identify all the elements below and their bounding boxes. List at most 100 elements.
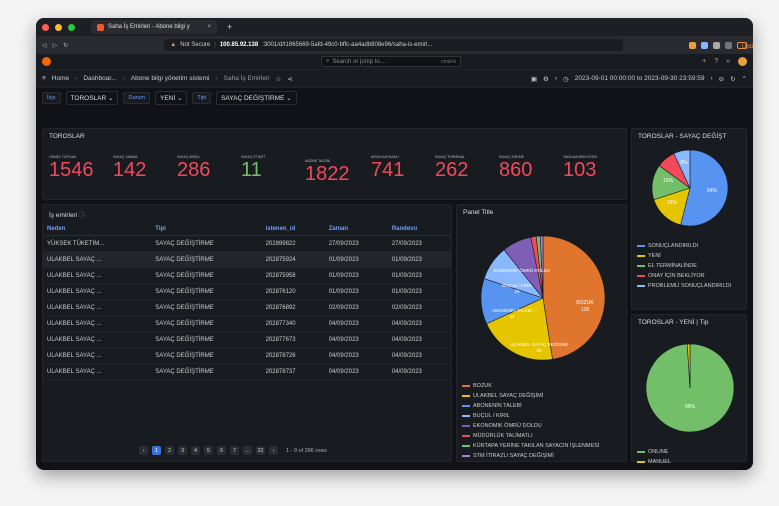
browser-window: Saha İş Emirleri - Abone bilgi y × + ◁ ▷… (36, 18, 753, 470)
variable-label-tipi: Tipi (192, 92, 212, 104)
time-back-icon[interactable]: ‹ (555, 75, 557, 82)
legend-item[interactable]: ONAY İÇİN BEKLİYOR (637, 271, 741, 281)
legend-item[interactable]: BUÇUL / KIRIL (462, 411, 621, 421)
star-icon[interactable]: ☆ (276, 75, 282, 83)
table-cell: 202899822 (261, 235, 325, 252)
zoom-out-icon[interactable]: ⊖ (719, 75, 724, 83)
page-button[interactable]: 3 (178, 446, 187, 455)
rows-info: 1 - 9 of 286 rows (286, 447, 327, 454)
legend-item[interactable]: PROBLEMLİ SONUÇLANDIRILDI (637, 281, 741, 291)
maximize-window-icon[interactable] (68, 23, 75, 31)
time-forward-icon[interactable]: › (710, 75, 712, 82)
save-icon[interactable]: ▣ (531, 75, 537, 83)
status-pie-panel[interactable]: TOROSLAR - SAYAÇ DEĞİŞT 54% 15% 16% 8% SONU… (631, 128, 747, 310)
table-cell: ULAKBEL SAYAÇ ... (43, 363, 152, 380)
search-placeholder: Search or jump to... (332, 58, 385, 65)
share-icon[interactable]: ⋖ (287, 75, 292, 83)
type-pie-panel[interactable]: TOROSLAR - YENİ | Tip 99% ONLINE MANUEL (631, 314, 747, 465)
news-icon[interactable]: » (726, 58, 730, 65)
table-row[interactable]: ULAKBEL SAYAÇ ... SAYAÇ DEĞİŞTİRME 2028768… (43, 299, 451, 316)
back-icon[interactable]: ◁ (42, 42, 47, 49)
legend-item[interactable]: YENİ (637, 251, 741, 261)
variable-select-durum[interactable]: YENİ ⌄ (154, 91, 188, 105)
table-row[interactable]: ULAKBEL SAYAÇ ... SAYAÇ DEĞİŞTİRME 2028759… (43, 251, 451, 268)
table-cell: 04/09/2023 (387, 315, 451, 332)
sidebar-icon[interactable] (725, 41, 732, 49)
table-row[interactable]: YÜKSEK TÜKETİM... SAYAÇ DEĞİŞTİRME 2028998… (43, 235, 451, 252)
page-button[interactable]: 7 (230, 446, 239, 455)
legend-item[interactable]: EL TERMİNALİNDE (637, 261, 741, 271)
legend-item[interactable]: ABONENİN TALEBİ (462, 401, 621, 411)
avatar[interactable] (738, 57, 747, 66)
extension-icon[interactable] (701, 41, 708, 49)
refresh-icon[interactable]: ↻ (730, 75, 735, 83)
add-icon[interactable]: + (702, 58, 706, 65)
pie-slice-label: 16% (667, 200, 678, 206)
breadcrumb-home[interactable]: Home (52, 75, 69, 82)
page-button[interactable]: 6 (217, 446, 226, 455)
table-row[interactable]: ULAKBEL SAYAÇ ... SAYAÇ DEĞİŞTİRME 2028759… (43, 267, 451, 284)
update-button[interactable]: Update (737, 41, 753, 50)
page-button[interactable]: ... (243, 446, 252, 455)
menu-icon[interactable]: ≡ (42, 75, 46, 82)
type-pie-legend: ONLINE MANUEL (632, 447, 746, 467)
time-range-picker[interactable]: 2023-09-01 00:00:00 to 2023-09-30 23:59:… (575, 75, 705, 82)
table-column-header[interactable]: Zaman (324, 223, 388, 236)
legend-item[interactable]: BOZUK (462, 381, 621, 391)
page-button[interactable]: 5 (204, 446, 213, 455)
table-row[interactable]: ULAKBEL SAYAÇ ... SAYAÇ DEĞİŞTİRME 2028787… (43, 347, 451, 364)
grafana-logo-icon[interactable] (42, 57, 51, 66)
close-tab-icon[interactable]: × (207, 24, 211, 30)
breadcrumb-folder[interactable]: Abone bilgi yönetim sistemi (131, 75, 210, 82)
table-column-header[interactable]: Neden (43, 223, 152, 236)
url-field[interactable]: ▲ Not Secure | 100.85.92.138:3001/d/t186… (164, 39, 623, 51)
table-row[interactable]: ULAKBEL SAYAÇ ... SAYAÇ DEĞİŞTİRME 2028761… (43, 283, 451, 300)
table-column-header[interactable]: Tipi (151, 223, 262, 236)
table-cell: 04/09/2023 (324, 347, 388, 364)
new-tab-icon[interactable]: + (227, 22, 232, 32)
table-cell: 04/09/2023 (387, 363, 451, 380)
extension-icon[interactable] (713, 41, 720, 49)
legend-item[interactable]: ULAKBEL SAYAÇ DEĞİŞİMİ (462, 391, 621, 401)
reason-pie-panel[interactable]: Panel Title EKONOMİK ÖMRÜ DOLDU BUÇUL / K… (456, 204, 627, 462)
prev-page-icon[interactable]: ‹ (139, 446, 148, 455)
table-row[interactable]: ULAKBEL SAYAÇ ... SAYAÇ DEĞİŞTİRME 2028776… (43, 331, 451, 348)
settings-icon[interactable]: ⚙ (543, 75, 549, 83)
pie-slice[interactable] (542, 235, 606, 360)
legend-item[interactable]: SONUÇLANDIRILDI (637, 241, 741, 251)
extension-icon[interactable] (689, 41, 696, 49)
legend-item[interactable]: KÜRTAPA YERİNE TAKILAN SAYACIN İŞLENMESİ (462, 441, 621, 451)
variable-select-tipi[interactable]: SAYAÇ DEĞİŞTİRME ⌄ (216, 91, 297, 105)
page-button[interactable]: 32 (256, 446, 265, 455)
forward-icon[interactable]: ▷ (53, 42, 58, 49)
legend-item[interactable]: STM İTİRAZLI SAYAÇ DEĞİŞİMİ (462, 451, 621, 461)
browser-tab[interactable]: Saha İş Emirleri - Abone bilgi y × (91, 20, 217, 34)
work-orders-panel[interactable]: İş emirleri ⓘ Neden Tipi istenen_id Zaman Ra… (42, 204, 452, 462)
search-input[interactable]: ⌕ Search or jump to... cmd+k (321, 56, 461, 67)
page-button[interactable]: 2 (165, 446, 174, 455)
legend-item[interactable]: ONLINE (637, 447, 741, 457)
variable-select-ilce[interactable]: TOROSLAR ⌄ (65, 91, 119, 105)
page-button[interactable]: 4 (191, 446, 200, 455)
stat-item: SAYAÇ ARIZA 286 (177, 155, 210, 182)
page-button[interactable]: 1 (152, 446, 161, 455)
legend-item[interactable]: MÜDÜRLÜK TALİMATLI (462, 431, 621, 441)
reload-icon[interactable]: ↻ (63, 42, 68, 49)
close-window-icon[interactable] (42, 23, 49, 31)
table-cell: 01/09/2023 (324, 283, 388, 300)
table-cell: 04/09/2023 (324, 331, 388, 348)
table-column-header[interactable]: istenen_id (261, 223, 325, 236)
pie-slice-label: 15% (663, 178, 674, 184)
help-icon[interactable]: ? (714, 58, 718, 65)
minimize-window-icon[interactable] (55, 23, 62, 31)
table-cell: SAYAÇ DEĞİŞTİRME (151, 363, 262, 380)
table-column-header[interactable]: Randevu (387, 223, 451, 236)
next-page-icon[interactable]: › (269, 446, 278, 455)
collapse-icon[interactable]: ⌃ (742, 75, 747, 83)
breadcrumb-dashboards[interactable]: Dashboar... (83, 75, 116, 82)
legend-item[interactable]: MANUEL (637, 457, 741, 467)
legend-item[interactable]: EKONOMİK ÖMRÜ DOLDU (462, 421, 621, 431)
table-row[interactable]: ULAKBEL SAYAÇ ... SAYAÇ DEĞİŞTİRME 2028787… (43, 363, 451, 380)
stats-panel[interactable]: TOROSLAR GENEL TOPLAM 1546 SAYAÇ YANMA 142 S… (42, 128, 627, 200)
table-row[interactable]: ULAKBEL SAYAÇ ... SAYAÇ DEĞİŞTİRME 2028773… (43, 315, 451, 332)
